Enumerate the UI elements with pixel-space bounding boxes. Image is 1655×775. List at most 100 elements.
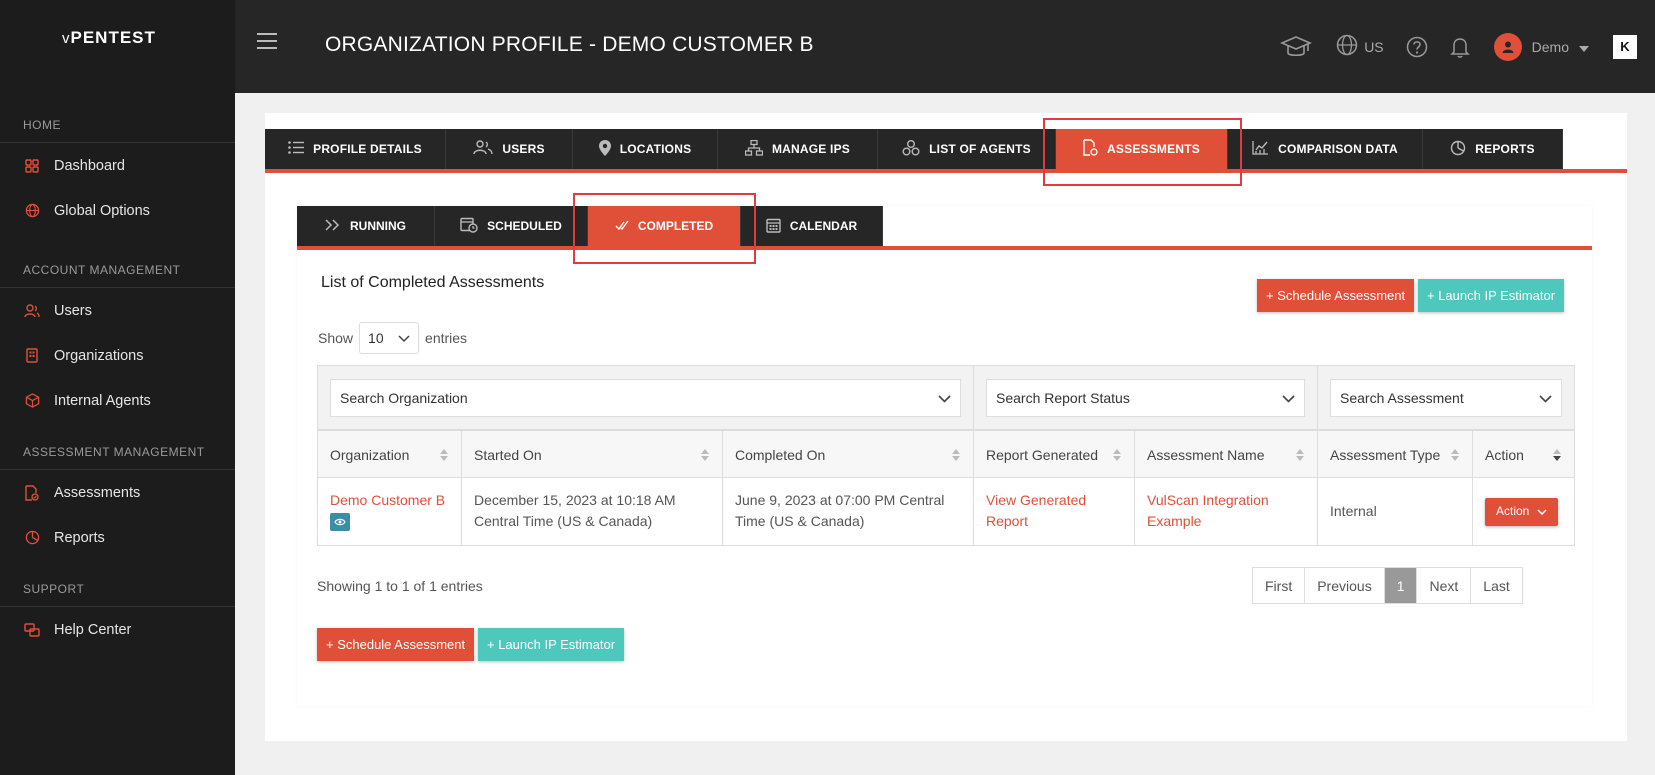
eye-icon[interactable] [330,513,350,531]
pagination: First Previous 1 Next Last [1252,567,1523,604]
sidebar-item-help-center[interactable]: Help Center [0,607,235,652]
table-row: Demo Customer B December 15, 2023 at 10:… [318,478,1574,545]
sidebar-item-label: Organizations [54,347,144,364]
subtab-underline [297,246,1592,250]
tab-users[interactable]: USERS [446,129,573,169]
assessments-table: Search Organization Search Report Status… [317,365,1575,546]
sidebar-item-label: Internal Agents [54,392,151,409]
highlight-box-assessments [1043,118,1242,186]
filter-placeholder: Search Organization [340,390,468,406]
graduation-cap-icon[interactable] [1280,35,1313,59]
column-label: Assessment Type [1330,447,1441,463]
pagination-last[interactable]: Last [1471,568,1521,603]
assessments-panel: RUNNING SCHEDULED COMPLETED CALENDAR Lis… [297,206,1592,706]
tab-reports[interactable]: REPORTS [1423,129,1563,169]
sidebar-item-assessments[interactable]: Assessments [0,470,235,515]
tab-label: PROFILE DETAILS [313,142,422,156]
reports-chart-icon [1450,140,1466,159]
search-organization-select[interactable]: Search Organization [330,379,961,417]
language-label: US [1364,38,1384,55]
subtab-running[interactable]: RUNNING [297,206,435,246]
brand-badge[interactable]: K [1613,34,1637,59]
column-label: Report Generated [986,447,1099,463]
entries-select[interactable]: 10 [359,322,420,354]
map-pin-icon [598,139,611,159]
globe-icon [24,203,40,219]
column-header-assessment-type[interactable]: Assessment Type [1318,431,1473,479]
tab-label: REPORTS [1475,142,1535,156]
calendar-icon [766,217,781,236]
column-header-completed-on[interactable]: Completed On [723,431,974,479]
cell-organization: Demo Customer B [318,478,462,545]
cell-completed-on: June 9, 2023 at 07:00 PM Central Time (U… [723,478,974,545]
tab-label: USERS [502,142,545,156]
sidebar-item-label: Assessments [54,484,141,501]
column-label: Assessment Name [1147,447,1265,463]
subtab-calendar[interactable]: CALENDAR [741,206,883,246]
tab-locations[interactable]: LOCATIONS [573,129,718,169]
column-header-action[interactable]: Action [1473,431,1574,479]
tab-underline [265,169,1627,173]
entries-label: entries [425,330,468,346]
sidebar-item-users[interactable]: Users [0,288,235,333]
action-label: Action [1496,504,1530,518]
sidebar-item-organizations[interactable]: Organizations [0,333,235,378]
column-label: Completed On [735,447,826,463]
table-filters: Search Organization Search Report Status… [318,366,1574,430]
language-selector[interactable]: US [1336,34,1384,59]
cell-action: Action [1473,478,1574,545]
tab-comparison-data[interactable]: COMPARISON DATA [1228,129,1423,169]
sidebar-section-assessment: ASSESSMENT MANAGEMENT Assessments Report… [0,434,235,560]
pagination-next[interactable]: Next [1417,568,1472,603]
sort-icon [1112,448,1122,462]
launch-ip-estimator-button[interactable]: + Launch IP Estimator [1418,279,1565,312]
pagination-first[interactable]: First [1253,568,1306,603]
tab-profile-details[interactable]: PROFILE DETAILS [265,129,446,169]
pagination-previous[interactable]: Previous [1305,568,1385,603]
highlight-box-completed [573,193,756,264]
app-logo[interactable]: vPENTEST [62,28,156,48]
sidebar-item-label: Help Center [54,621,132,638]
sidebar-section-support: SUPPORT Help Center [0,571,235,652]
sidebar-item-internal-agents[interactable]: Internal Agents [0,378,235,423]
help-icon[interactable] [1406,36,1428,58]
tab-manage-ips[interactable]: MANAGE IPS [718,129,878,169]
subtab-label: CALENDAR [789,219,858,233]
hamburger-menu-icon[interactable] [257,33,277,54]
schedule-assessment-button[interactable]: + Schedule Assessment [1257,279,1415,312]
organization-link[interactable]: Demo Customer B [330,490,449,511]
sort-icon [700,448,710,462]
column-header-assessment-name[interactable]: Assessment Name [1135,431,1318,479]
show-label: Show [318,330,354,346]
subtab-scheduled[interactable]: SCHEDULED [435,206,588,246]
cube-icon [24,393,40,409]
sidebar-item-dashboard[interactable]: Dashboard [0,143,235,188]
launch-ip-estimator-button-bottom[interactable]: + Launch IP Estimator [478,628,625,661]
chevron-down-icon [398,330,410,346]
tab-list-of-agents[interactable]: LIST OF AGENTS [878,129,1056,169]
users-icon [24,303,40,319]
pagination-current-page[interactable]: 1 [1384,568,1418,603]
assessment-name-link[interactable]: VulScan Integration Example [1147,492,1269,529]
search-report-status-select[interactable]: Search Report Status [986,379,1305,417]
column-header-report-generated[interactable]: Report Generated [974,431,1135,479]
organization-profile-card: PROFILE DETAILS USERS LOCATIONS MANAGE I… [265,113,1627,741]
schedule-assessment-button-bottom[interactable]: + Schedule Assessment [317,628,475,661]
sidebar-item-global-options[interactable]: Global Options [0,188,235,233]
help-center-icon [24,622,40,638]
bell-icon[interactable] [1449,36,1470,58]
filter-placeholder: Search Assessment [1340,390,1464,406]
tab-label: MANAGE IPS [771,142,850,156]
tab-label: COMPARISON DATA [1278,142,1398,156]
column-header-organization[interactable]: Organization [318,431,462,479]
column-header-started-on[interactable]: Started On [462,431,723,479]
view-generated-report-link[interactable]: View Generated Report [986,492,1086,529]
search-assessment-select[interactable]: Search Assessment [1330,379,1562,417]
sidebar-heading: HOME [0,107,235,143]
column-label: Organization [330,447,410,463]
action-dropdown-button[interactable]: Action [1485,497,1559,526]
sidebar-item-reports[interactable]: Reports [0,515,235,560]
table-header: Organization Started On Completed On Rep… [318,430,1574,479]
user-menu[interactable]: Demo [1493,32,1589,61]
sidebar-section-home: HOME Dashboard Global Options [0,107,235,233]
